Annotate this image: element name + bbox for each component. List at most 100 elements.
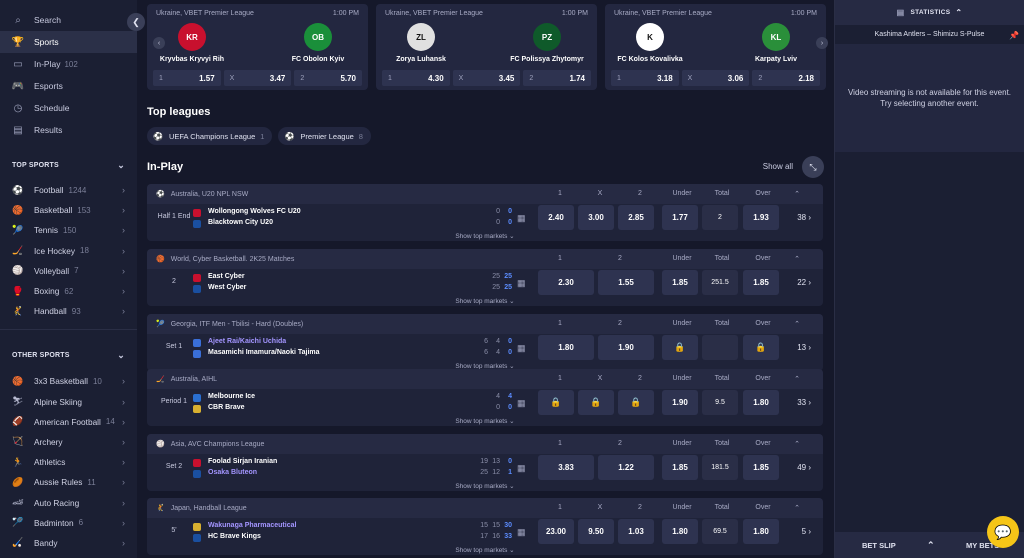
odds-button[interactable]: 2.30 — [538, 270, 594, 295]
odds-button[interactable]: 1.90 — [598, 335, 654, 360]
league-chip[interactable]: ⚽ Premier League 8 — [278, 127, 371, 145]
show-top-markets-link[interactable]: Show top markets ⌄ — [147, 416, 823, 426]
show-top-markets-link[interactable]: Show top markets ⌄ — [147, 481, 823, 491]
more-markets-link[interactable]: 33 › — [797, 398, 811, 407]
odds-button[interactable]: 1.03 — [618, 519, 654, 544]
statistics-icon[interactable]: ▦ — [517, 213, 529, 223]
statistics-icon[interactable]: ▦ — [517, 398, 529, 408]
more-markets-link[interactable]: 22 › — [797, 278, 811, 287]
odds-button[interactable]: 1 1.57 — [153, 70, 221, 86]
show-top-markets-link[interactable]: Show top markets ⌄ — [147, 545, 823, 555]
over-odds-button[interactable]: 1.80 — [743, 390, 779, 415]
sport-item-athletics[interactable]: 🏃 Athletics › — [0, 452, 137, 472]
event-row[interactable]: 5' Wakunaga Pharmaceutical HC Brave Kings 1… — [147, 518, 823, 545]
show-top-markets-link[interactable]: Show top markets ⌄ — [147, 231, 823, 241]
event-row[interactable]: Period 1 Melbourne Ice CBR Brave 4 0 4 0 ▦ 🔒 🔒 🔒 1.… — [147, 389, 823, 416]
sport-item-volleyball[interactable]: 🏐 Volleyball 7 › — [0, 261, 137, 281]
sport-item-handball[interactable]: 🤾 Handball 93 › — [0, 301, 137, 321]
over-odds-button[interactable]: 1.93 — [743, 205, 779, 230]
collapse-sidebar-button[interactable]: ❮ — [127, 13, 145, 31]
show-top-markets-link[interactable]: Show top markets ⌄ — [147, 296, 823, 306]
chat-button[interactable]: 💬 — [987, 516, 1019, 548]
sport-item-auto-racing[interactable]: 🏎 Auto Racing › — [0, 492, 137, 512]
odds-button[interactable]: 9.50 — [578, 519, 614, 544]
sport-item-boxing[interactable]: 🥊 Boxing 62 › — [0, 281, 137, 301]
chevron-up-icon[interactable]: ⌃ — [927, 540, 935, 551]
event-row[interactable]: Set 1 Ajeet Rai/Kaichi Uchida Masamichi Im… — [147, 334, 823, 361]
under-odds-button[interactable]: 1.80 — [662, 519, 698, 544]
nav-item-search[interactable]: ⌕ Search — [0, 9, 137, 31]
odds-button[interactable]: 2 1.74 — [523, 70, 592, 86]
statistics-icon[interactable]: ▦ — [517, 343, 529, 353]
nav-item-in-play[interactable]: ▭ In-Play 102 — [0, 53, 137, 75]
nav-item-esports[interactable]: 🎮 Esports — [0, 75, 137, 97]
more-markets-link[interactable]: 49 › — [797, 463, 811, 472]
sport-item-alpine-skiing[interactable]: ⛷ Alpine Skiing › — [0, 392, 137, 412]
nav-item-sports[interactable]: 🏆 Sports — [0, 31, 137, 53]
sport-item-basketball[interactable]: 🏀 Basketball 153 › — [0, 200, 137, 220]
odds-button[interactable]: X 3.47 — [223, 70, 292, 86]
over-odds-button[interactable]: 1.85 — [743, 270, 779, 295]
odds-button[interactable]: 1.22 — [598, 455, 654, 480]
pin-icon[interactable]: 📌 — [1009, 31, 1019, 40]
show-all-link[interactable]: Show all — [763, 162, 793, 171]
featured-match-card[interactable]: Ukraine, VBET Premier League 1:00 PM KR OB K… — [147, 4, 368, 90]
odds-button[interactable]: 1 4.30 — [382, 70, 450, 86]
collapse-all-button[interactable]: ⤡ — [802, 156, 824, 178]
odds-button[interactable]: 3.00 — [578, 205, 614, 230]
odds-button[interactable]: 1.80 — [538, 335, 594, 360]
other-sports-header[interactable]: OTHER SPORTS ⌄ — [0, 344, 137, 366]
odds-button[interactable]: 1 3.18 — [611, 70, 679, 86]
statistics-icon[interactable]: ▦ — [517, 278, 529, 288]
sport-item-3x3-basketball[interactable]: 🏀 3x3 Basketball 10 › — [0, 371, 137, 391]
under-odds-button[interactable]: 1.85 — [662, 455, 698, 480]
carousel-next-button[interactable]: › — [816, 37, 828, 49]
event-row[interactable]: Set 2 Foolad Sirjan Iranian Osaka Bluteon 1… — [147, 454, 823, 481]
sport-item-tennis[interactable]: 🎾 Tennis 150 › — [0, 220, 137, 240]
betslip-tab[interactable]: BET SLIP — [862, 541, 896, 550]
over-odds-button[interactable]: 1.80 — [743, 519, 779, 544]
odds-button[interactable]: 2.85 — [618, 205, 654, 230]
sport-item-archery[interactable]: 🏹 Archery › — [0, 432, 137, 452]
odds-button[interactable]: 23.00 — [538, 519, 574, 544]
featured-match-card[interactable]: Ukraine, VBET Premier League 1:00 PM K KL FC… — [605, 4, 828, 90]
under-odds-button[interactable]: 1.77 — [662, 205, 698, 230]
sport-item-baseball[interactable]: ⚾Baseball32› — [0, 553, 137, 558]
carousel-prev-button[interactable]: ‹ — [153, 37, 165, 49]
under-odds-button[interactable]: 1.90 — [662, 390, 698, 415]
more-markets-link[interactable]: 13 › — [797, 343, 811, 352]
statistics-icon[interactable]: ▦ — [517, 463, 529, 473]
featured-match-card[interactable]: Ukraine, VBET Premier League 1:00 PM ZL PZ Z… — [376, 4, 597, 90]
top-sports-header[interactable]: TOP SPORTS ⌄ — [0, 154, 137, 176]
over-odds-button[interactable]: 1.85 — [743, 455, 779, 480]
sport-item-american-football[interactable]: 🏈 American Football 14 › — [0, 412, 137, 432]
chevron-up-icon[interactable]: ⌃ — [787, 440, 807, 448]
event-row[interactable]: 2 East Cyber West Cyber 25 25 25 25 ▦ 2.30 1.55 1.… — [147, 269, 823, 296]
statistics-header[interactable]: ▤ STATISTICS ⌃ — [835, 0, 1024, 25]
odds-button[interactable]: 1.55 — [598, 270, 654, 295]
sport-item-football[interactable]: ⚽ Football 1244 › — [0, 180, 137, 200]
chevron-up-icon[interactable]: ⌃ — [787, 504, 807, 512]
odds-button[interactable]: 3.83 — [538, 455, 594, 480]
event-row[interactable]: Half 1 End Wollongong Wolves FC U20 Blackt… — [147, 204, 823, 231]
sport-item-ice-hockey[interactable]: 🏒 Ice Hockey 18 › — [0, 241, 137, 261]
more-markets-link[interactable]: 5 › — [802, 527, 811, 536]
nav-item-schedule[interactable]: ◷ Schedule — [0, 97, 137, 119]
odds-button[interactable]: X 3.06 — [681, 70, 750, 86]
sport-item-badminton[interactable]: 🏸 Badminton 6 › — [0, 513, 137, 533]
sport-item-bandy[interactable]: 🏑 Bandy › — [0, 533, 137, 553]
chevron-up-icon[interactable]: ⌃ — [787, 320, 807, 328]
odds-button[interactable]: 2.40 — [538, 205, 574, 230]
odds-button[interactable]: 2 5.70 — [294, 70, 363, 86]
statistics-icon[interactable]: ▦ — [517, 527, 529, 537]
chevron-up-icon[interactable]: ⌃ — [787, 375, 807, 383]
chevron-up-icon[interactable]: ⌃ — [787, 255, 807, 263]
more-markets-link[interactable]: 38 › — [797, 213, 811, 222]
sport-item-aussie-rules[interactable]: 🏉 Aussie Rules 11 › — [0, 472, 137, 492]
under-odds-button[interactable]: 1.85 — [662, 270, 698, 295]
chevron-up-icon[interactable]: ⌃ — [787, 190, 807, 198]
odds-button[interactable]: 2 2.18 — [752, 70, 821, 86]
odds-button[interactable]: X 3.45 — [452, 70, 521, 86]
league-chip[interactable]: ⚽ UEFA Champions League 1 — [147, 127, 273, 145]
nav-item-results[interactable]: ▤ Results — [0, 119, 137, 141]
